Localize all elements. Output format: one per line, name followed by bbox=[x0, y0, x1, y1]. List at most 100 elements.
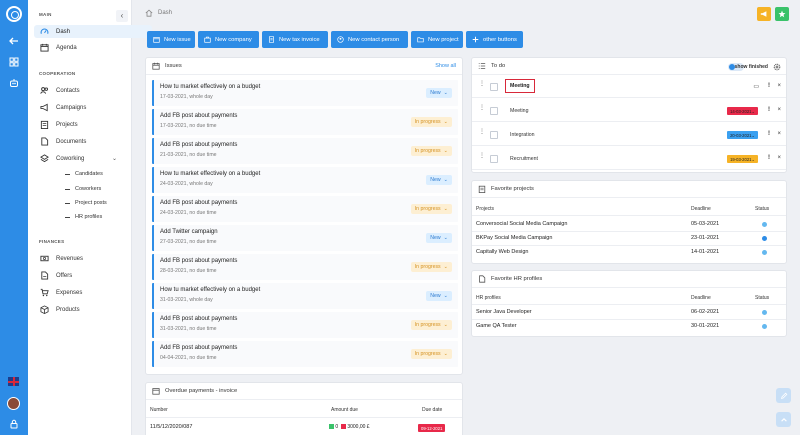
todo-checkbox[interactable] bbox=[490, 83, 498, 91]
sidebar-item-revenues[interactable]: Revenues bbox=[34, 252, 152, 265]
issue-status-dropdown[interactable]: New ⌄ bbox=[426, 175, 452, 185]
issue-item[interactable]: Add FB post about payments 24-03-2021, no… bbox=[152, 196, 458, 222]
issue-date: 17-03-2021, no due time bbox=[160, 123, 217, 129]
grid-icon[interactable] bbox=[9, 57, 19, 67]
todo-title: To do bbox=[491, 63, 506, 69]
sidebar-item-documents[interactable]: Documents bbox=[34, 135, 152, 148]
chevron-down-icon[interactable]: ⌄ bbox=[112, 155, 117, 162]
show-all-link[interactable]: Show all bbox=[435, 63, 456, 69]
priority-icon[interactable]: ! bbox=[768, 131, 770, 137]
floating-edit-button[interactable] bbox=[776, 388, 791, 403]
sidebar-item-expenses[interactable]: Expenses bbox=[34, 286, 152, 299]
delete-icon[interactable]: × bbox=[777, 83, 781, 89]
issue-item[interactable]: How tu market effectively on a budget 31-… bbox=[152, 283, 458, 309]
issue-item[interactable]: Add FB post about payments 28-03-2021, no… bbox=[152, 254, 458, 280]
todo-due-date[interactable]: 14-03-2021 ⌄ bbox=[727, 107, 758, 115]
language-flag-icon[interactable] bbox=[8, 377, 19, 386]
drag-handle-icon[interactable]: ⋮ bbox=[479, 105, 485, 115]
issue-status-dropdown[interactable]: In progress ⌄ bbox=[410, 262, 452, 272]
list-icon bbox=[478, 63, 486, 69]
issue-status-dropdown[interactable]: In progress ⌄ bbox=[410, 204, 452, 214]
avatar[interactable] bbox=[7, 397, 20, 410]
todo-due-date[interactable]: 19-03-2021 ⌄ bbox=[727, 155, 758, 163]
issue-status-dropdown[interactable]: In progress ⌄ bbox=[410, 146, 452, 156]
todo-checkbox[interactable] bbox=[490, 131, 498, 139]
col-status: Status bbox=[755, 295, 770, 301]
issue-status-dropdown[interactable]: New ⌄ bbox=[426, 233, 452, 243]
drag-handle-icon[interactable]: ⋮ bbox=[479, 81, 485, 91]
back-arrow-icon[interactable] bbox=[9, 36, 19, 46]
issue-item[interactable]: Add FB post about payments 21-03-2021, no… bbox=[152, 138, 458, 164]
other-buttons-button[interactable]: other buttons bbox=[466, 31, 523, 48]
favorites-button[interactable] bbox=[775, 7, 789, 21]
issue-item[interactable]: Add FB post about payments 17-03-2021, no… bbox=[152, 109, 458, 135]
due-date-text: 20-03-2021 bbox=[730, 132, 752, 138]
lock-icon[interactable] bbox=[9, 419, 19, 429]
calendar-icon[interactable]: ▭ bbox=[753, 83, 759, 90]
row-name[interactable]: Senior Java Developer bbox=[476, 309, 532, 315]
gear-icon[interactable] bbox=[773, 63, 781, 71]
sidebar-item-campaigns[interactable]: Campaigns bbox=[34, 101, 152, 114]
sidebar-subitem-project-posts[interactable]: Project posts bbox=[65, 200, 107, 206]
invoice-number[interactable]: 11/5/12/2020/087 bbox=[150, 424, 192, 430]
row-name[interactable]: Game QA Tester bbox=[476, 323, 517, 329]
priority-icon[interactable]: ! bbox=[768, 155, 770, 161]
row-name[interactable]: BKPay Social Media Campaign bbox=[476, 235, 552, 241]
sidebar-item-projects[interactable]: Projects bbox=[34, 118, 152, 131]
row-name[interactable]: Capitally Web Design bbox=[476, 249, 528, 255]
notifications-button[interactable] bbox=[757, 7, 771, 21]
issue-item[interactable]: Add Twitter campaign 27-03-2021, no due t… bbox=[152, 225, 458, 251]
drag-handle-icon[interactable]: ⋮ bbox=[479, 153, 485, 163]
new-tax-invoice-button[interactable]: New tax invoice bbox=[262, 31, 328, 48]
chevron-down-icon: ⌄ bbox=[443, 351, 448, 357]
sidebar-item-dash[interactable]: Dash bbox=[34, 25, 152, 38]
todo-edit-field[interactable]: Meeting bbox=[505, 79, 535, 93]
home-icon[interactable] bbox=[145, 9, 153, 17]
collapse-sidebar-button[interactable]: ‹ bbox=[116, 10, 128, 22]
new-contact-person-button[interactable]: New contact person bbox=[331, 31, 408, 48]
fav-projects-title: Favorite projects bbox=[491, 186, 534, 192]
sidebar-subitem-coworkers[interactable]: Coworkers bbox=[64, 186, 101, 192]
todo-item[interactable]: ⋮ Meeting ▭! × bbox=[472, 76, 786, 98]
issue-status-dropdown[interactable]: New ⌄ bbox=[426, 88, 452, 98]
issue-status-dropdown[interactable]: In progress ⌄ bbox=[410, 117, 452, 127]
scroll-top-button[interactable] bbox=[776, 412, 791, 427]
sidebar-item-products[interactable]: Products bbox=[34, 303, 152, 316]
todo-checkbox[interactable] bbox=[490, 155, 498, 163]
issue-item[interactable]: How tu market effectively on a budget 17-… bbox=[152, 80, 458, 106]
todo-checkbox[interactable] bbox=[490, 107, 498, 115]
drag-handle-icon[interactable]: ⋮ bbox=[479, 129, 485, 139]
issue-item[interactable]: Add FB post about payments 04-04-2021, no… bbox=[152, 341, 458, 367]
issue-status-dropdown[interactable]: New ⌄ bbox=[426, 291, 452, 301]
user-circle-icon bbox=[337, 36, 344, 43]
priority-icon[interactable]: ! bbox=[768, 83, 770, 89]
new-issue-button[interactable]: New issue bbox=[147, 31, 195, 48]
new-company-button[interactable]: New company bbox=[198, 31, 259, 48]
row-name[interactable]: Conversocial Social Media Campaign bbox=[476, 221, 567, 227]
col-deadline: Deadline bbox=[691, 206, 711, 212]
sidebar-item-offers[interactable]: Offers bbox=[34, 269, 152, 282]
delete-icon[interactable]: × bbox=[777, 155, 781, 161]
todo-item[interactable]: ⋮ Integration 20-03-2021 ⌄! × bbox=[472, 124, 786, 146]
issue-item[interactable]: How tu market effectively on a budget 24-… bbox=[152, 167, 458, 193]
todo-due-date[interactable]: 20-03-2021 ⌄ bbox=[727, 131, 758, 139]
new-project-button[interactable]: New project bbox=[411, 31, 463, 48]
delete-icon[interactable]: × bbox=[777, 131, 781, 137]
todo-item[interactable]: ⋮ Meeting 14-03-2021 ⌄! × bbox=[472, 100, 786, 122]
sidebar-item-agenda[interactable]: Agenda bbox=[34, 41, 152, 54]
sidebar-item-contacts[interactable]: Contacts bbox=[34, 84, 152, 97]
delete-icon[interactable]: × bbox=[777, 107, 781, 113]
amount-paid: 0 3000,00 £ bbox=[329, 424, 370, 430]
show-finished-label: show finished bbox=[734, 64, 768, 70]
sidebar-subitem-candidates[interactable]: Candidates bbox=[65, 171, 103, 177]
issue-status-dropdown[interactable]: In progress ⌄ bbox=[410, 349, 452, 359]
app-logo[interactable] bbox=[6, 6, 22, 22]
sidebar-subitem-hr-profiles[interactable]: HR profiles bbox=[64, 214, 102, 220]
issue-item[interactable]: Add FB post about payments 31-03-2021, no… bbox=[152, 312, 458, 338]
priority-icon[interactable]: ! bbox=[768, 107, 770, 113]
issue-status-dropdown[interactable]: In progress ⌄ bbox=[410, 320, 452, 330]
robot-icon[interactable] bbox=[9, 78, 19, 88]
todo-item[interactable]: ⋮ Recruitment 19-03-2021 ⌄! × bbox=[472, 148, 786, 170]
clipboard-icon bbox=[38, 120, 51, 130]
sidebar-item-coworking[interactable]: Coworking bbox=[34, 152, 152, 165]
